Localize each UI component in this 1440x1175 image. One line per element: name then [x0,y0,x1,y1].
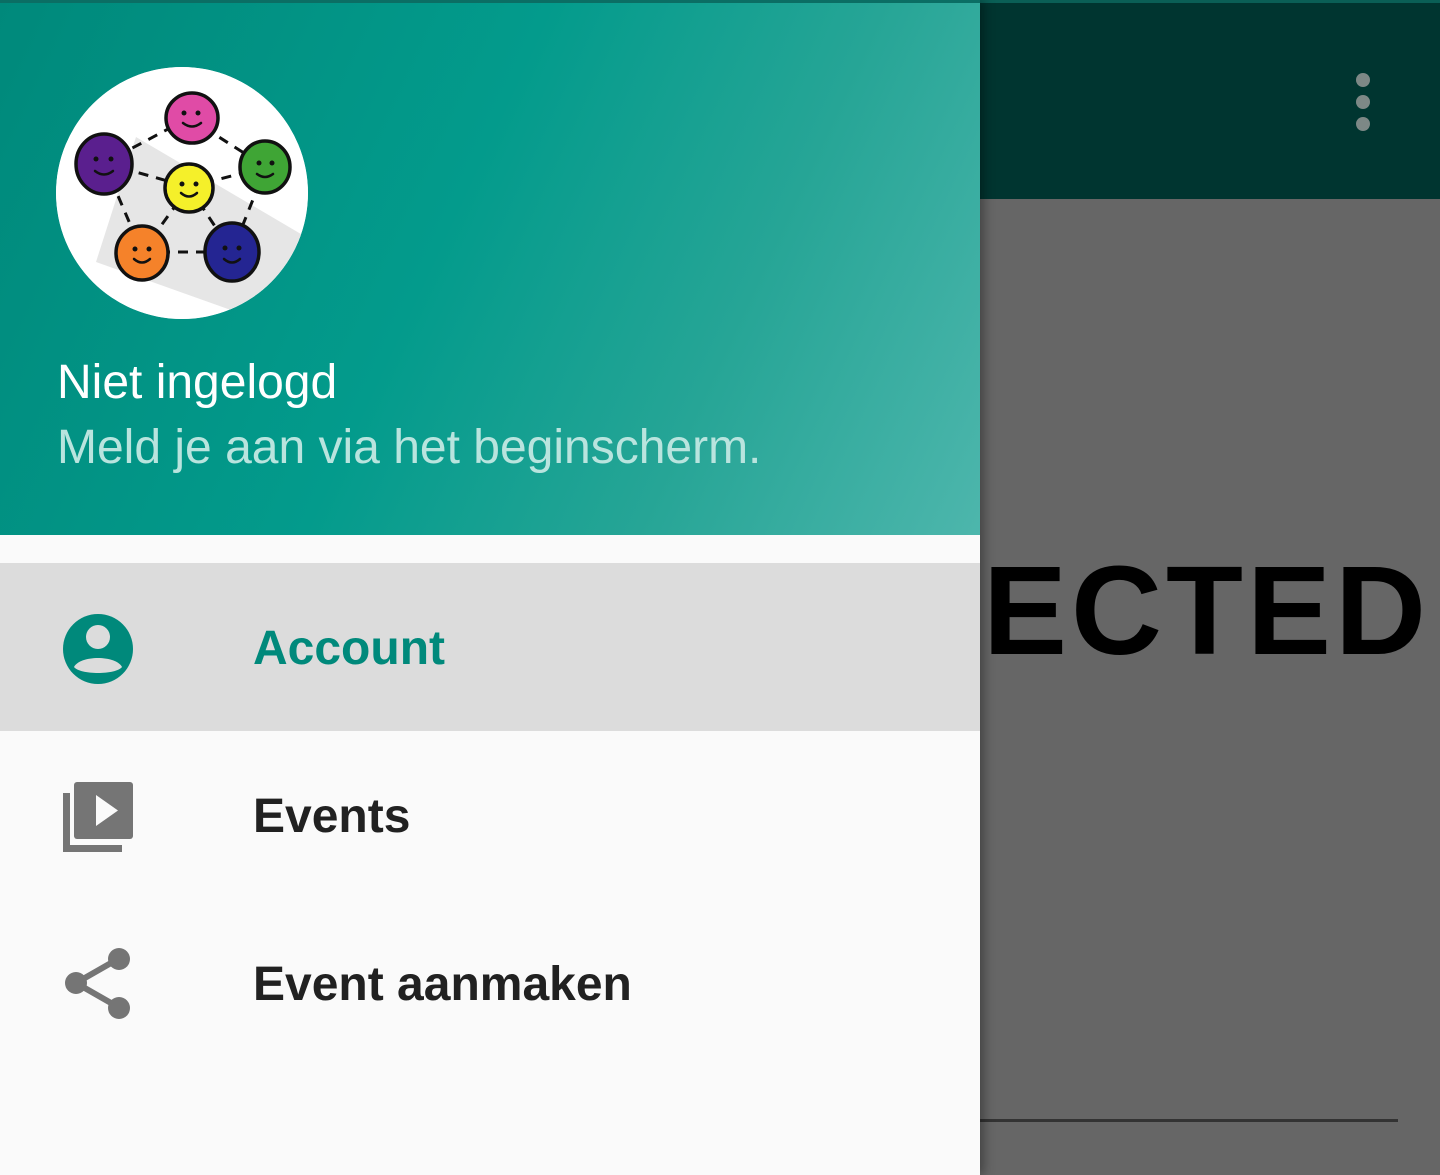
drawer-item-events[interactable]: Events [0,731,980,899]
login-status-subtitle: Meld je aan via het beginscherm. [57,421,762,474]
share-icon [60,947,136,1023]
app-content-divider [980,1119,1398,1122]
drawer-item-label: Events [253,790,411,843]
drawer-item-label: Account [253,622,445,675]
drawer-item-label: Event aanmaken [253,958,632,1011]
login-status-title: Niet ingelogd [57,356,338,409]
connected-people-logo [56,67,308,319]
drawer-header: Niet ingelogd Meld je aan via het begins… [0,0,980,535]
drawer-item-create-event[interactable]: Event aanmaken [0,899,980,1067]
more-vert-icon[interactable] [1336,66,1390,140]
app-content-heading: ECTED [983,540,1431,681]
drawer-header-edge [0,0,980,3]
drawer-menu: Account Events Event aanmaken [0,563,980,1067]
navigation-drawer: Niet ingelogd Meld je aan via het begins… [0,0,980,1175]
account-circle-icon [60,611,136,687]
video-library-icon [60,779,136,855]
drawer-item-account[interactable]: Account [0,563,980,731]
